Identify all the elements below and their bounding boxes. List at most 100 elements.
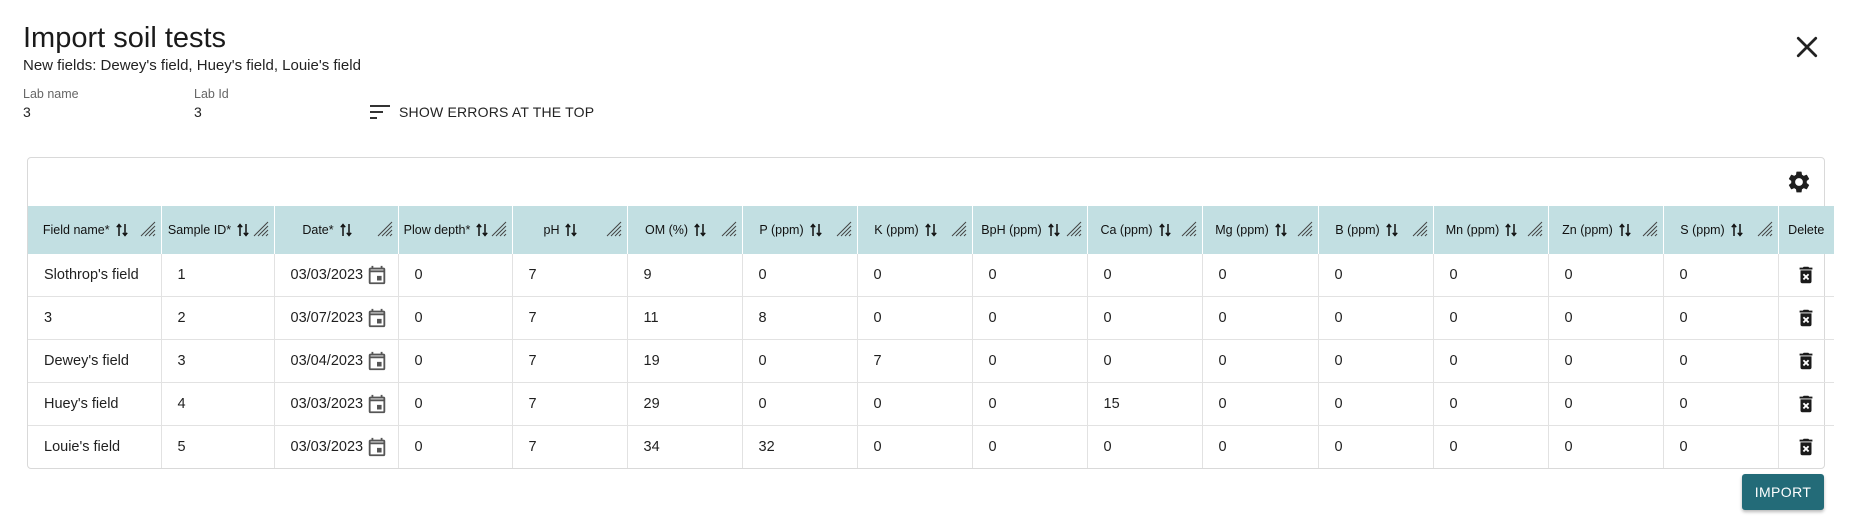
cell-zn-ppm[interactable]: 0	[1548, 254, 1664, 297]
column-resize-handle-icon[interactable]	[1526, 220, 1544, 238]
import-button[interactable]: IMPORT	[1742, 474, 1824, 510]
column-header-p-ppm[interactable]: P (ppm)	[742, 206, 858, 254]
cell-b-ppm[interactable]: 0	[1318, 296, 1434, 340]
cell-zn-ppm[interactable]: 0	[1548, 339, 1664, 383]
column-header-ph[interactable]: pH	[512, 206, 628, 254]
delete-row-icon[interactable]	[1795, 349, 1817, 373]
cell-date[interactable]: 03/03/2023	[274, 382, 399, 426]
cell-k-ppm[interactable]: 0	[857, 254, 973, 297]
cell-plow-depth[interactable]: 0	[398, 425, 513, 468]
show-errors-at-top-button[interactable]: SHOW ERRORS AT THE TOP	[370, 104, 594, 120]
cell-mn-ppm[interactable]: 0	[1433, 425, 1549, 468]
cell-plow-depth[interactable]: 0	[398, 254, 513, 297]
column-resize-handle-icon[interactable]	[605, 220, 623, 238]
column-header-zn-ppm[interactable]: Zn (ppm)	[1548, 206, 1664, 254]
cell-p-ppm[interactable]: 8	[742, 296, 858, 340]
cell-field-name[interactable]: Huey's field	[28, 382, 162, 426]
cell-zn-ppm[interactable]: 0	[1548, 382, 1664, 426]
cell-field-name[interactable]: 3	[28, 296, 162, 340]
cell-b-ppm[interactable]: 0	[1318, 382, 1434, 426]
cell-zn-ppm[interactable]: 0	[1548, 296, 1664, 340]
sort-arrows-icon[interactable]	[339, 223, 352, 237]
sort-arrows-icon[interactable]	[1274, 223, 1287, 237]
sort-arrows-icon[interactable]	[1619, 223, 1631, 237]
cell-mg-ppm[interactable]: 0	[1202, 254, 1319, 297]
column-header-s-ppm[interactable]: S (ppm)	[1663, 206, 1779, 254]
column-resize-handle-icon[interactable]	[1756, 220, 1774, 238]
delete-row-icon[interactable]	[1795, 263, 1817, 287]
column-header-b-ppm[interactable]: B (ppm)	[1318, 206, 1434, 254]
cell-ca-ppm[interactable]: 15	[1087, 382, 1203, 426]
cell-ca-ppm[interactable]: 0	[1087, 296, 1203, 340]
column-resize-handle-icon[interactable]	[950, 220, 968, 238]
delete-row-icon[interactable]	[1795, 392, 1817, 416]
cell-s-ppm[interactable]: 0	[1663, 254, 1779, 297]
cell-k-ppm[interactable]: 0	[857, 382, 973, 426]
column-resize-handle-icon[interactable]	[376, 220, 394, 238]
calendar-icon[interactable]	[366, 393, 388, 415]
cell-plow-depth[interactable]: 0	[398, 382, 513, 426]
gear-icon[interactable]	[1786, 169, 1812, 195]
cell-ph[interactable]: 7	[512, 254, 628, 297]
cell-om[interactable]: 19	[627, 339, 743, 383]
cell-field-name[interactable]: Louie's field	[28, 425, 162, 468]
cell-s-ppm[interactable]: 0	[1663, 296, 1779, 340]
cell-sample-id[interactable]: 2	[161, 296, 275, 340]
cell-ph[interactable]: 7	[512, 339, 628, 383]
sort-arrows-icon[interactable]	[565, 223, 578, 237]
cell-ca-ppm[interactable]: 0	[1087, 254, 1203, 297]
cell-sample-id[interactable]: 1	[161, 254, 275, 297]
cell-sample-id[interactable]: 4	[161, 382, 275, 426]
cell-bph-ppm[interactable]: 0	[972, 254, 1088, 297]
sort-arrows-icon[interactable]	[694, 223, 706, 237]
column-header-field-name[interactable]: Field name*	[28, 206, 162, 254]
cell-mg-ppm[interactable]: 0	[1202, 296, 1319, 340]
cell-k-ppm[interactable]: 0	[857, 425, 973, 468]
cell-p-ppm[interactable]: 0	[742, 339, 858, 383]
cell-sample-id[interactable]: 3	[161, 339, 275, 383]
cell-p-ppm[interactable]: 0	[742, 254, 858, 297]
calendar-icon[interactable]	[366, 264, 388, 286]
cell-s-ppm[interactable]: 0	[1663, 425, 1779, 468]
column-resize-handle-icon[interactable]	[252, 220, 270, 238]
column-resize-handle-icon[interactable]	[1641, 220, 1659, 238]
column-resize-handle-icon[interactable]	[1296, 220, 1314, 238]
cell-plow-depth[interactable]: 0	[398, 339, 513, 383]
cell-b-ppm[interactable]: 0	[1318, 425, 1434, 468]
cell-om[interactable]: 34	[627, 425, 743, 468]
delete-row-icon[interactable]	[1795, 435, 1817, 459]
cell-field-name[interactable]: Slothrop's field	[28, 254, 162, 297]
calendar-icon[interactable]	[366, 350, 388, 372]
cell-ph[interactable]: 7	[512, 382, 628, 426]
cell-mn-ppm[interactable]: 0	[1433, 339, 1549, 383]
sort-arrows-icon[interactable]	[1730, 223, 1743, 237]
cell-date[interactable]: 03/03/2023	[274, 254, 399, 297]
cell-om[interactable]: 9	[627, 254, 743, 297]
sort-arrows-icon[interactable]	[476, 223, 489, 237]
cell-date[interactable]: 03/07/2023	[274, 296, 399, 340]
cell-b-ppm[interactable]: 0	[1318, 254, 1434, 297]
cell-date[interactable]: 03/03/2023	[274, 425, 399, 468]
column-header-ca-ppm[interactable]: Ca (ppm)	[1087, 206, 1203, 254]
column-resize-handle-icon[interactable]	[835, 220, 853, 238]
cell-k-ppm[interactable]: 7	[857, 339, 973, 383]
delete-row-icon[interactable]	[1795, 306, 1817, 330]
column-resize-handle-icon[interactable]	[1411, 220, 1429, 238]
sort-arrows-icon[interactable]	[809, 223, 822, 237]
sort-arrows-icon[interactable]	[1047, 223, 1060, 237]
cell-field-name[interactable]: Dewey's field	[28, 339, 162, 383]
column-resize-handle-icon[interactable]	[1180, 220, 1198, 238]
cell-zn-ppm[interactable]: 0	[1548, 425, 1664, 468]
sort-arrows-icon[interactable]	[1385, 223, 1398, 237]
cell-om[interactable]: 11	[627, 296, 743, 340]
column-resize-handle-icon[interactable]	[1065, 220, 1083, 238]
cell-ca-ppm[interactable]: 0	[1087, 339, 1203, 383]
cell-mg-ppm[interactable]: 0	[1202, 382, 1319, 426]
close-icon[interactable]	[1792, 32, 1822, 62]
sort-arrows-icon[interactable]	[237, 223, 249, 237]
cell-bph-ppm[interactable]: 0	[972, 296, 1088, 340]
cell-ph[interactable]: 7	[512, 296, 628, 340]
cell-om[interactable]: 29	[627, 382, 743, 426]
sort-arrows-icon[interactable]	[1505, 223, 1518, 237]
calendar-icon[interactable]	[366, 436, 388, 458]
